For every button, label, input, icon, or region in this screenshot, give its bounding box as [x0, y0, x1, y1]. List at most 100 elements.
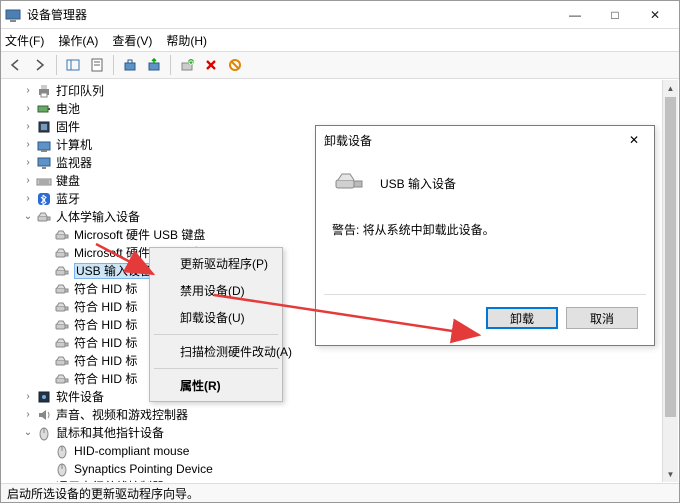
- expand-toggle: ›: [22, 100, 34, 118]
- mouse-device-icon: [54, 443, 70, 459]
- tree-node-label: 鼠标和其他指针设备: [56, 424, 164, 442]
- uninstall-dialog: 卸载设备 ✕ USB 输入设备 警告: 将从系统中卸载此设备。 卸载 取消: [315, 125, 655, 346]
- tree-node[interactable]: › 电池: [6, 100, 678, 118]
- tree-node-label: 符合 HID 标: [74, 334, 137, 352]
- tree-node[interactable]: HID-compliant mouse: [6, 442, 678, 460]
- tree-node-label: 符合 HID 标: [74, 316, 137, 334]
- expand-toggle: ›: [22, 190, 34, 208]
- hid-device-icon: [54, 353, 70, 369]
- tree-node[interactable]: 符合 HID 标: [6, 370, 678, 388]
- hid-device-icon: [54, 335, 70, 351]
- tree-node[interactable]: ⌄ 鼠标和其他指针设备: [6, 424, 678, 442]
- tree-node-label: 声音、视频和游戏控制器: [56, 406, 188, 424]
- tree-node-label: 蓝牙: [56, 190, 80, 208]
- enable-device-button[interactable]: [176, 54, 198, 76]
- tree-node-label: 软件设备: [56, 388, 104, 406]
- dialog-device-row: USB 输入设备: [332, 170, 638, 197]
- expand-toggle: ›: [22, 136, 34, 154]
- cancel-button[interactable]: 取消: [566, 307, 638, 329]
- maximize-button[interactable]: □: [595, 3, 635, 27]
- dialog-body: USB 输入设备 警告: 将从系统中卸载此设备。 卸载 取消: [316, 154, 654, 345]
- tree-node-label: 监视器: [56, 154, 92, 172]
- tree-node[interactable]: › 打印队列: [6, 82, 678, 100]
- menubar: 文件(F) 操作(A) 查看(V) 帮助(H): [1, 29, 679, 51]
- menu-help[interactable]: 帮助(H): [166, 32, 207, 49]
- expand-toggle: ›: [22, 154, 34, 172]
- scroll-up-button[interactable]: ▲: [663, 80, 678, 96]
- dialog-device-name: USB 输入设备: [380, 175, 456, 192]
- scroll-down-button[interactable]: ▼: [663, 466, 678, 482]
- tree-node[interactable]: Synaptics Pointing Device: [6, 460, 678, 478]
- tree-node-label: 人体学输入设备: [56, 208, 140, 226]
- hid-device-icon: [54, 263, 70, 279]
- monitor-icon: [36, 155, 52, 171]
- hid-device-icon: [332, 170, 366, 197]
- expand-toggle[interactable]: ⌄: [22, 424, 34, 442]
- mouse-icon: [36, 425, 52, 441]
- back-button[interactable]: [5, 54, 27, 76]
- printer-icon: [36, 83, 52, 99]
- uninstall-device-button[interactable]: [200, 54, 222, 76]
- tree-node[interactable]: 符合 HID 标: [6, 352, 678, 370]
- mouse-device-icon: [54, 461, 70, 477]
- tree-node-label: 键盘: [56, 172, 80, 190]
- tree-node-label: 符合 HID 标: [74, 280, 137, 298]
- tree-node[interactable]: ›软件设备: [6, 388, 678, 406]
- menu-action[interactable]: 操作(A): [58, 32, 98, 49]
- dialog-title: 卸载设备: [324, 132, 622, 149]
- close-button[interactable]: ✕: [635, 3, 675, 27]
- tree-node-label: 电池: [56, 100, 80, 118]
- tree-node-label: Synaptics Pointing Device: [74, 460, 213, 478]
- context-menu-item[interactable]: 扫描检测硬件改动(A): [152, 338, 280, 365]
- uninstall-button[interactable]: 卸载: [486, 307, 558, 329]
- hid-device-icon: [54, 245, 70, 261]
- dialog-titlebar: 卸载设备 ✕: [316, 126, 654, 154]
- firmware-icon: [36, 119, 52, 135]
- tree-node-label: 符合 HID 标: [74, 352, 137, 370]
- context-menu-item[interactable]: 禁用设备(D): [152, 277, 280, 304]
- sound-icon: [36, 407, 52, 423]
- dialog-button-row: 卸载 取消: [324, 294, 646, 337]
- context-menu-item[interactable]: 更新驱动程序(P): [152, 250, 280, 277]
- dialog-close-button[interactable]: ✕: [622, 133, 646, 147]
- scan-hardware-button[interactable]: [119, 54, 141, 76]
- hid-device-icon: [54, 227, 70, 243]
- context-menu-item[interactable]: 属性(R): [152, 372, 280, 399]
- expand-toggle[interactable]: ⌄: [22, 208, 34, 226]
- update-driver-button[interactable]: [143, 54, 165, 76]
- expand-toggle: ›: [22, 82, 34, 100]
- processor-icon: [36, 137, 52, 153]
- properties-button[interactable]: [86, 54, 108, 76]
- vertical-scrollbar[interactable]: ▲ ▼: [662, 80, 678, 482]
- context-menu: 更新驱动程序(P)禁用设备(D)卸载设备(U) 扫描检测硬件改动(A) 属性(R): [149, 247, 283, 402]
- battery-icon: [36, 101, 52, 117]
- hid-icon: [36, 209, 52, 225]
- software-device-icon: [36, 389, 52, 405]
- menu-separator: [154, 368, 278, 369]
- hid-device-icon: [54, 281, 70, 297]
- app-icon: [5, 7, 21, 23]
- minimize-button[interactable]: —: [555, 3, 595, 27]
- tree-node-label: 打印队列: [56, 82, 104, 100]
- usb-icon: [36, 479, 52, 482]
- window-title: 设备管理器: [27, 6, 555, 23]
- tree-node[interactable]: ›声音、视频和游戏控制器: [6, 406, 678, 424]
- keyboard-icon: [36, 173, 52, 189]
- show-hide-button[interactable]: [62, 54, 84, 76]
- tree-node-label: 符合 HID 标: [74, 370, 137, 388]
- disable-device-button[interactable]: [224, 54, 246, 76]
- hid-device-icon: [54, 371, 70, 387]
- tree-node-label: 计算机: [56, 136, 92, 154]
- forward-button[interactable]: [29, 54, 51, 76]
- scroll-thumb[interactable]: [665, 97, 676, 417]
- tree-node[interactable]: ›通用串行总线控制器: [6, 478, 678, 482]
- menu-separator: [154, 334, 278, 335]
- titlebar: 设备管理器 — □ ✕: [1, 1, 679, 29]
- device-manager-window: 设备管理器 — □ ✕ 文件(F) 操作(A) 查看(V) 帮助(H) › 打印队…: [0, 0, 680, 503]
- window-controls: — □ ✕: [555, 3, 675, 27]
- menu-view[interactable]: 查看(V): [112, 32, 152, 49]
- expand-toggle: ›: [22, 172, 34, 190]
- statusbar: 启动所选设备的更新驱动程序向导。: [1, 483, 679, 502]
- context-menu-item[interactable]: 卸载设备(U): [152, 304, 280, 331]
- menu-file[interactable]: 文件(F): [5, 32, 44, 49]
